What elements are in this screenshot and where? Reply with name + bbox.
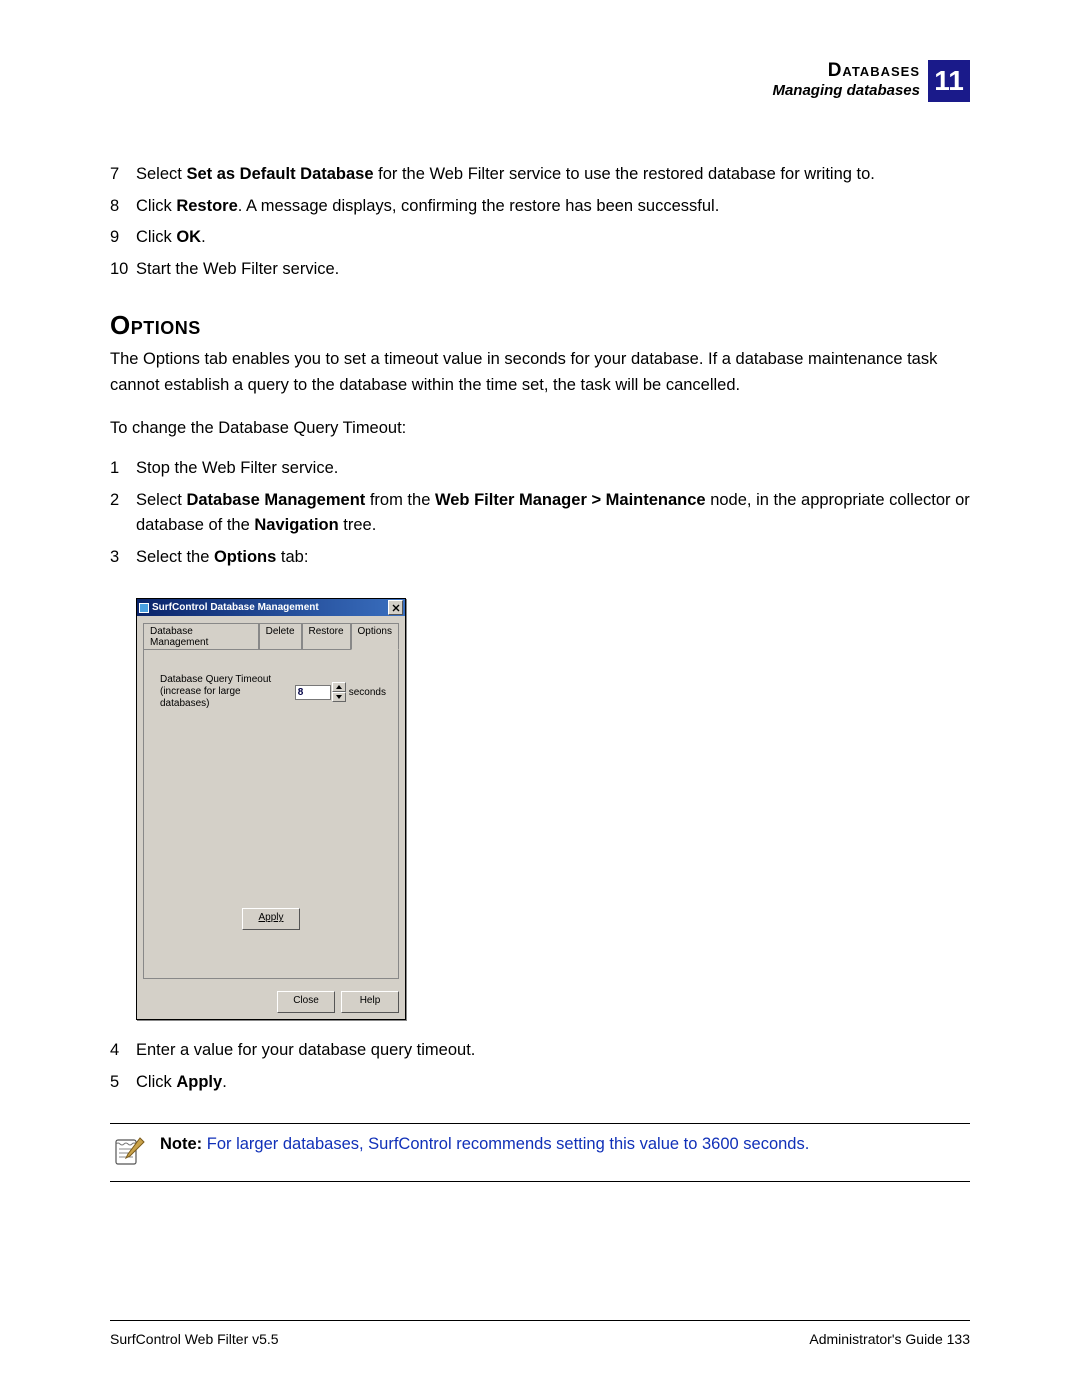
notepad-icon [110, 1132, 146, 1173]
options-steps-list: 1Stop the Web Filter service. 2Select Da… [110, 456, 970, 570]
apply-button[interactable]: Apply [242, 908, 300, 930]
step-text: Select the Options tab: [136, 545, 308, 571]
header-chapter-title: Databases [772, 60, 920, 82]
page-footer: SurfControl Web Filter v5.5 Administrato… [110, 1320, 970, 1347]
note-body: For larger databases, SurfControl recomm… [202, 1135, 809, 1153]
footer-page: Administrator's Guide 133 [809, 1331, 970, 1347]
step-text: Select Set as Default Database for the W… [136, 162, 875, 188]
section-heading-options: Options [110, 310, 970, 341]
tab-restore[interactable]: Restore [302, 623, 351, 650]
app-icon [139, 603, 149, 613]
step-text: Click Apply. [136, 1070, 227, 1096]
dialog-tabs: Database Management Delete Restore Optio… [137, 616, 405, 649]
tab-delete[interactable]: Delete [259, 623, 302, 650]
note-label: Note: [160, 1135, 202, 1153]
query-timeout-input[interactable] [295, 685, 331, 700]
header-section-title: Managing databases [772, 82, 920, 99]
step-text: Click OK. [136, 225, 206, 251]
dialog-screenshot: SurfControl Database Management Database… [136, 598, 970, 1020]
tab-panel-options: Database Query Timeout (increase for lar… [143, 649, 399, 979]
dialog-title: SurfControl Database Management [152, 602, 319, 613]
unit-label: seconds [349, 687, 386, 698]
query-timeout-label: Database Query Timeout (increase for lar… [160, 674, 291, 710]
options-intro-paragraph: The Options tab enables you to set a tim… [110, 347, 970, 398]
options-steps-list-cont: 4Enter a value for your database query t… [110, 1038, 970, 1095]
step-text: Select Database Management from the Web … [136, 488, 970, 539]
help-button[interactable]: Help [341, 991, 399, 1013]
step-text: Enter a value for your database query ti… [136, 1038, 475, 1064]
page-header: Databases Managing databases 11 [110, 60, 970, 102]
spinner-down-icon[interactable] [332, 692, 346, 702]
footer-product: SurfControl Web Filter v5.5 [110, 1331, 279, 1347]
step-text: Start the Web Filter service. [136, 257, 339, 283]
spinner-up-icon[interactable] [332, 682, 346, 692]
step-text: Click Restore. A message displays, confi… [136, 194, 719, 220]
options-to-change: To change the Database Query Timeout: [110, 416, 970, 442]
continuation-steps-list: 7Select Set as Default Database for the … [110, 162, 970, 282]
close-button[interactable]: Close [277, 991, 335, 1013]
note-callout: Note: For larger databases, SurfControl … [110, 1123, 970, 1182]
tab-database-management[interactable]: Database Management [143, 623, 259, 650]
chapter-number-box: 11 [928, 60, 970, 102]
step-text: Stop the Web Filter service. [136, 456, 338, 482]
close-icon[interactable] [388, 600, 403, 615]
dialog-titlebar: SurfControl Database Management [137, 599, 405, 616]
tab-options[interactable]: Options [351, 623, 399, 650]
